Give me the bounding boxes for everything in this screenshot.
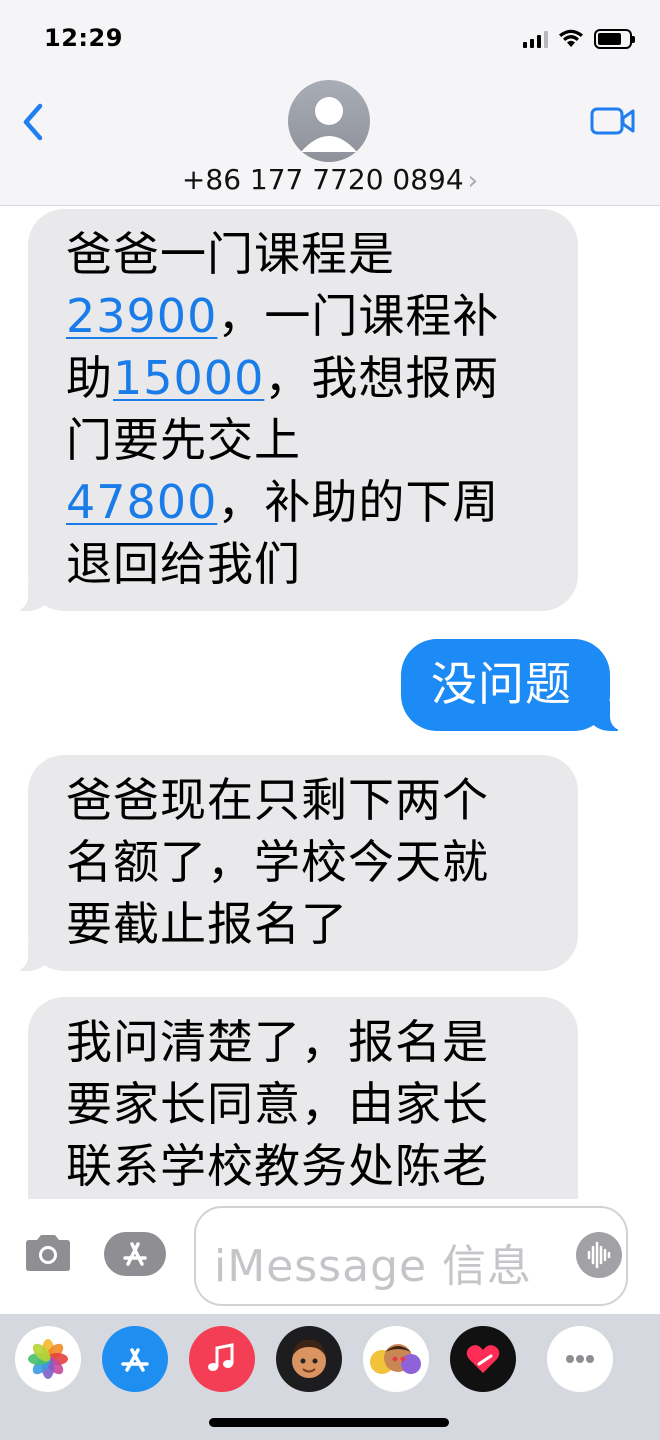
outgoing-message-bubble[interactable]: 没问题 [401,639,632,731]
photos-app-icon[interactable] [15,1326,81,1392]
message-line: 退回给我们 [66,537,301,591]
message-line: 联系学校教务处陈老 [66,1139,489,1193]
music-note-icon [208,1343,234,1371]
message-line: 爸爸现在只剩下两个 [66,773,489,827]
memoji-icon[interactable] [276,1326,342,1392]
incoming-message-bubble[interactable]: 爸爸现在只剩下两个 名额了，学校今天就 要截止报名了 [6,755,578,971]
incoming-message-bubble[interactable]: 爸爸一门课程是 23900，一门课程补 助15000，我想报两 门要先交上 47… [6,209,578,611]
contact-number: +86 177 7720 0894 [181,163,464,196]
music-app-icon[interactable] [189,1326,255,1392]
incoming-message-bubble[interactable]: 我问清楚了，报名是 要家长同意，由家长 联系学校教务处陈老 [28,997,578,1199]
heart-icon [466,1345,500,1373]
digital-touch-icon[interactable] [450,1326,516,1392]
message-text: ，一门课程补 [217,289,500,343]
message-input[interactable]: iMessage 信息 [194,1206,628,1306]
phone-number-link[interactable]: 15000 [113,351,264,405]
message-line: 要截止报名了 [66,897,348,951]
audio-message-button[interactable] [576,1232,622,1278]
ellipsis-icon [566,1355,594,1363]
message-line: 要家长同意，由家长 [66,1077,489,1131]
message-text: ，我想报两 [264,351,500,405]
contact-name[interactable]: +86 177 7720 0894 › [0,163,660,196]
camera-icon[interactable] [22,1232,74,1274]
status-time: 12:29 [44,24,123,52]
home-indicator[interactable] [209,1418,449,1427]
app-store-icon[interactable] [102,1326,168,1392]
phone-number-link[interactable]: 23900 [66,289,217,343]
message-line: 名额了，学校今天就 [66,835,489,889]
more-apps-icon[interactable] [547,1326,613,1392]
battery-icon [594,29,635,49]
app-store-glyph-icon [123,1242,147,1266]
memoji-sticker-faces-icon [370,1344,421,1374]
cellular-signal-icon [523,30,548,48]
facetime-video-icon[interactable] [590,104,636,138]
message-line: 爸爸一门课程是 [66,227,395,281]
message-line: 我问清楚了，报名是 [66,1015,489,1069]
person-silhouette-icon [301,97,357,152]
message-line: 23900，一门课程补 [66,285,550,347]
app-store-a-icon [121,1348,149,1372]
memoji-stickers-icon[interactable] [363,1326,429,1392]
waveform-icon [587,1241,611,1269]
photos-flower-icon [28,1339,68,1379]
app-store-button[interactable] [104,1232,166,1276]
message-line: 47800，补助的下周 [66,471,550,533]
wifi-icon [559,29,583,47]
conversation-view[interactable]: 爸爸一门课程是 23900，一门课程补 助15000，我想报两 门要先交上 47… [0,207,660,1199]
message-line: 没问题 [431,657,572,711]
message-text: 助 [66,351,113,405]
chevron-right-icon: › [467,166,479,196]
message-text: ，补助的下周 [217,475,500,529]
status-icons [523,28,635,50]
navigation-header: 12:29 +86 177 7720 0894 › [0,0,660,206]
message-placeholder: iMessage 信息 [214,1241,533,1292]
contact-avatar[interactable] [288,80,370,162]
memoji-face-icon [292,1339,326,1378]
message-line: 助15000，我想报两 [66,347,550,409]
phone-number-link[interactable]: 47800 [66,475,217,529]
message-line: 门要先交上 [66,413,301,467]
back-chevron-icon[interactable] [18,100,48,144]
